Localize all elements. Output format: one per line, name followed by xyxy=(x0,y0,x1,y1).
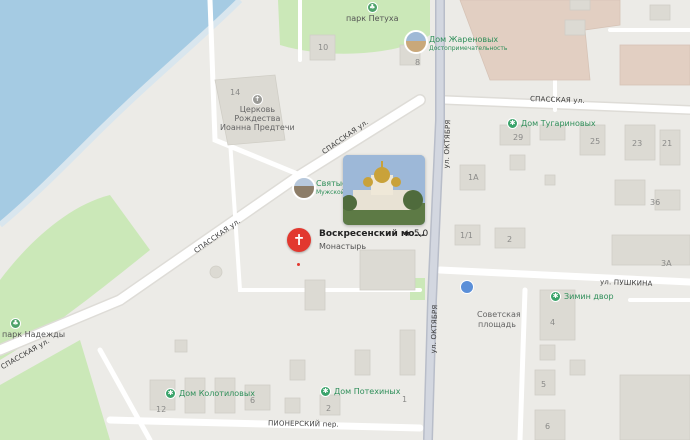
house-number: 5 xyxy=(541,380,547,389)
pin-anchor xyxy=(297,263,300,266)
house-number: 10 xyxy=(318,43,329,52)
house-number: 25 xyxy=(590,137,601,146)
tree-icon: ♣ xyxy=(366,2,378,13)
church-label-line2: Рождества xyxy=(234,114,281,123)
house-number: 12 xyxy=(156,405,167,414)
poi-zimin[interactable]: ✱ Зимин двор xyxy=(550,291,614,302)
house-number: 6 xyxy=(545,422,551,431)
tugarinovyh-label: Дом Тугариновых xyxy=(521,119,596,128)
park-petuha-label: парк Петуха xyxy=(346,14,399,23)
selected-place-photo[interactable] xyxy=(343,155,425,225)
park-nadezhdy-label: парк Надежды xyxy=(2,330,66,339)
zharenovyh-label[interactable]: Дом Жареновых xyxy=(429,35,498,44)
svyatye-photo[interactable] xyxy=(292,176,316,200)
svyatye-sublabel: Мужской xyxy=(316,189,345,196)
house-number: 4 xyxy=(550,318,556,327)
cross-icon: ✝ xyxy=(251,94,263,105)
street-label-oktyabrya-lower: ул. ОКТЯБРЯ xyxy=(429,304,440,354)
zimin-label: Зимин двор xyxy=(564,292,614,301)
landmark-icon: ✱ xyxy=(165,388,176,399)
bus-stop-icon[interactable] xyxy=(460,280,474,294)
zharenovyh-sublabel: Достопримечательность xyxy=(429,45,508,52)
kolotilovyh-label: Дом Колотиловых xyxy=(179,389,255,398)
monastery-image xyxy=(343,155,425,225)
sovetskaya-label-line2: площадь xyxy=(478,320,516,329)
potehinyh-label: Дом Потехиных xyxy=(334,387,401,396)
landmark-icon: ✱ xyxy=(507,118,518,129)
zharenovyh-photo[interactable] xyxy=(404,30,428,54)
poi-tugarinovyh[interactable]: ✱ Дом Тугариновых xyxy=(507,118,596,129)
poi-park-nadezhdy[interactable]: ♣ парк Надежды xyxy=(2,318,65,339)
selected-place-rating: ★ 5,0 xyxy=(403,229,429,239)
selected-place-category: Монастырь xyxy=(319,242,367,251)
house-number: 36 xyxy=(650,198,661,207)
house-number: 3А xyxy=(661,259,672,268)
street-label-oktyabrya-upper: ул. ОКТЯБРЯ xyxy=(442,119,453,169)
house-number: 21 xyxy=(662,139,673,148)
house-number: 1 xyxy=(402,395,408,404)
house-number: 1А xyxy=(468,173,479,182)
selected-pin-cross-icon[interactable]: ✝ xyxy=(287,228,311,252)
poi-park-petuha[interactable]: ♣ парк Петуха xyxy=(346,2,399,23)
landmark-icon: ✱ xyxy=(550,291,561,302)
street-label-pionerskiy: ПИОНЕРСКИЙ пер. xyxy=(267,419,340,429)
sovetskaya-label-line1: Советская xyxy=(477,310,521,319)
house-number: 8 xyxy=(415,58,421,67)
church-label-line1: Церковь xyxy=(239,105,276,114)
poi-church[interactable]: ✝ Церковь Рождества Иоанна Предтечи xyxy=(220,94,295,132)
tree-icon: ♣ xyxy=(10,318,21,329)
church-label-line3: Иоанна Предтечи xyxy=(220,123,295,132)
house-number: 1/1 xyxy=(460,231,473,240)
road-pionerskiy xyxy=(106,416,424,432)
poi-kolotilovyh[interactable]: ✱ Дом Колотиловых xyxy=(165,388,255,399)
poi-potehinyh[interactable]: ✱ Дом Потехиных xyxy=(320,386,400,397)
house-number: 2 xyxy=(326,404,332,413)
house-number: 2 xyxy=(507,235,513,244)
house-number: 14 xyxy=(230,88,241,97)
house-number: 23 xyxy=(632,139,643,148)
map-view[interactable]: СПАССКАЯ ул. СПАССКАЯ ул. СПАССКАЯ ул. С… xyxy=(0,0,690,440)
house-number: 29 xyxy=(513,133,524,142)
house-number: 6 xyxy=(250,396,256,405)
landmark-icon: ✱ xyxy=(320,386,331,397)
